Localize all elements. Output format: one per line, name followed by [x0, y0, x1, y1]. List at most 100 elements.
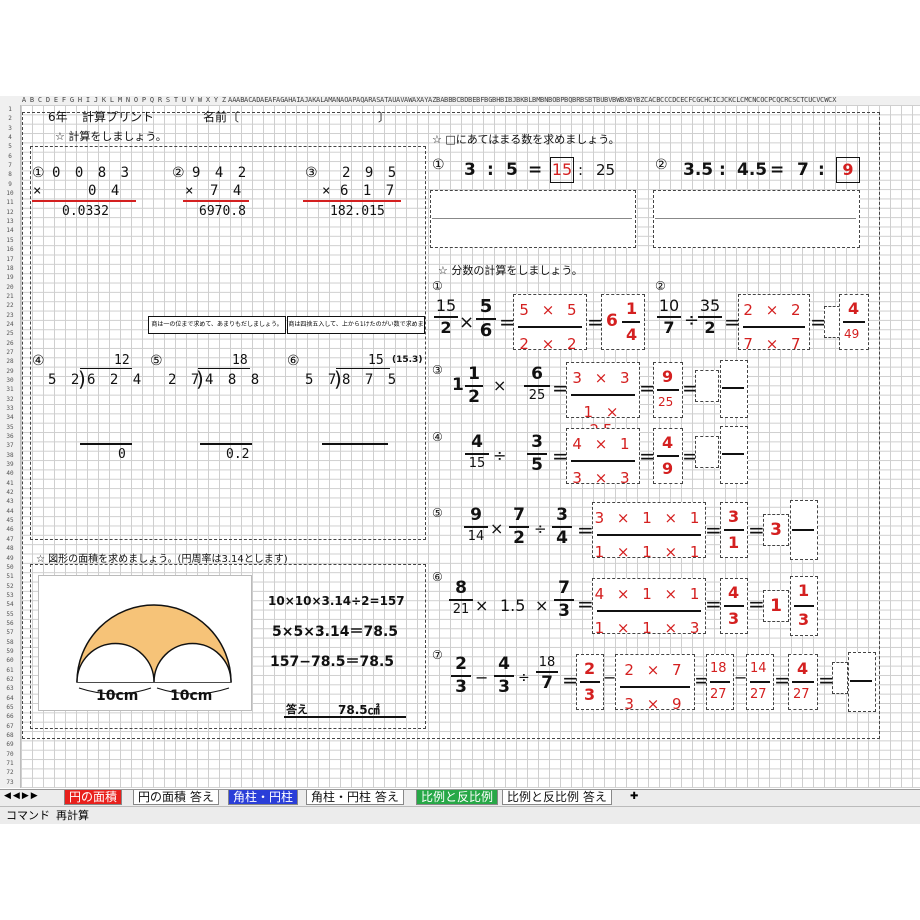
- column-letter[interactable]: BT: [588, 96, 596, 105]
- result-box[interactable]: 6 1 4: [601, 294, 645, 350]
- row-number[interactable]: 34: [0, 413, 20, 422]
- column-letter[interactable]: CS: [788, 96, 796, 105]
- column-letter[interactable]: W: [196, 96, 204, 105]
- row-number[interactable]: 41: [0, 479, 20, 488]
- work-box[interactable]: 5 × 52 × 2: [513, 294, 587, 353]
- row-number[interactable]: 10: [0, 189, 20, 198]
- column-letter[interactable]: AZ: [428, 96, 436, 105]
- column-letter[interactable]: CH: [700, 96, 708, 105]
- column-letter[interactable]: BR: [572, 96, 580, 105]
- row-number[interactable]: 61: [0, 666, 20, 675]
- row-number[interactable]: 4: [0, 133, 20, 142]
- column-letter[interactable]: CX: [828, 96, 836, 105]
- row-number[interactable]: 38: [0, 451, 20, 460]
- row-number[interactable]: 7: [0, 161, 20, 170]
- result-box[interactable]: 14 27: [746, 654, 774, 710]
- row-number[interactable]: 12: [0, 208, 20, 217]
- row-number[interactable]: 59: [0, 647, 20, 656]
- column-letter[interactable]: AS: [372, 96, 380, 105]
- row-number[interactable]: 45: [0, 516, 20, 525]
- column-letter[interactable]: J: [92, 96, 100, 105]
- row-number[interactable]: 5: [0, 142, 20, 151]
- row-number[interactable]: 15: [0, 236, 20, 245]
- row-number[interactable]: 39: [0, 460, 20, 469]
- column-letter[interactable]: AE: [260, 96, 268, 105]
- column-letter[interactable]: CC: [660, 96, 668, 105]
- column-letter[interactable]: AK: [308, 96, 316, 105]
- column-letter[interactable]: S: [164, 96, 172, 105]
- column-letter[interactable]: CR: [780, 96, 788, 105]
- column-letter[interactable]: BY: [628, 96, 636, 105]
- ratio-answer-box[interactable]: 9: [836, 157, 860, 183]
- column-letter[interactable]: CW: [820, 96, 828, 105]
- work-box[interactable]: 4 × 13 × 3: [566, 428, 640, 487]
- work-box[interactable]: 3 × 31 × 25: [566, 362, 640, 439]
- column-letter[interactable]: BW: [612, 96, 620, 105]
- column-letter[interactable]: F: [60, 96, 68, 105]
- column-letter[interactable]: X: [204, 96, 212, 105]
- row-number[interactable]: 50: [0, 563, 20, 572]
- row-number[interactable]: 57: [0, 628, 20, 637]
- tab-proportion[interactable]: 比例と反比例: [416, 790, 499, 805]
- column-letter[interactable]: AO: [340, 96, 348, 105]
- column-letter[interactable]: AU: [388, 96, 396, 105]
- column-letter[interactable]: CK: [724, 96, 732, 105]
- row-number[interactable]: 42: [0, 488, 20, 497]
- row-number[interactable]: 54: [0, 600, 20, 609]
- row-number[interactable]: 55: [0, 610, 20, 619]
- result-box[interactable]: 18 27: [706, 654, 734, 710]
- row-number[interactable]: 25: [0, 329, 20, 338]
- row-number[interactable]: 72: [0, 768, 20, 777]
- work-box[interactable]: 2 × 73 × 9: [615, 654, 695, 713]
- column-letter[interactable]: AF: [268, 96, 276, 105]
- column-letter[interactable]: CL: [732, 96, 740, 105]
- row-number[interactable]: 56: [0, 619, 20, 628]
- row-number[interactable]: 70: [0, 750, 20, 759]
- column-letter[interactable]: BH: [492, 96, 500, 105]
- result-box[interactable]: 2 3: [576, 654, 604, 710]
- row-number[interactable]: 9: [0, 180, 20, 189]
- row-number[interactable]: 62: [0, 675, 20, 684]
- column-letter[interactable]: CN: [748, 96, 756, 105]
- blank-box[interactable]: [695, 436, 719, 468]
- row-number[interactable]: 35: [0, 423, 20, 432]
- blank-box[interactable]: [695, 370, 719, 402]
- row-number[interactable]: 65: [0, 703, 20, 712]
- result-box[interactable]: 4 3: [720, 578, 748, 634]
- row-number[interactable]: 8: [0, 170, 20, 179]
- column-letter[interactable]: C: [36, 96, 44, 105]
- column-letter[interactable]: BQ: [564, 96, 572, 105]
- row-number[interactable]: 67: [0, 722, 20, 731]
- column-letter[interactable]: AH: [284, 96, 292, 105]
- column-letter[interactable]: CG: [692, 96, 700, 105]
- column-letter[interactable]: CA: [644, 96, 652, 105]
- row-number[interactable]: 48: [0, 544, 20, 553]
- column-letter[interactable]: BK: [516, 96, 524, 105]
- column-letter[interactable]: BS: [580, 96, 588, 105]
- column-letter[interactable]: G: [68, 96, 76, 105]
- row-number[interactable]: 64: [0, 694, 20, 703]
- column-letter[interactable]: CP: [764, 96, 772, 105]
- tab-scroll-arrows[interactable]: ◀◀▶▶: [4, 791, 40, 801]
- column-letter[interactable]: CM: [740, 96, 748, 105]
- column-letter[interactable]: BE: [468, 96, 476, 105]
- column-letter[interactable]: BA: [436, 96, 444, 105]
- blank-fraction-box[interactable]: [720, 360, 748, 418]
- row-number[interactable]: 17: [0, 255, 20, 264]
- column-letter[interactable]: AP: [348, 96, 356, 105]
- column-letter[interactable]: CD: [668, 96, 676, 105]
- work-box[interactable]: 2 × 27 × 7: [738, 294, 810, 353]
- column-letter[interactable]: BN: [540, 96, 548, 105]
- column-letter[interactable]: BD: [460, 96, 468, 105]
- result-box[interactable]: 9 25: [653, 362, 683, 418]
- row-number[interactable]: 28: [0, 357, 20, 366]
- row-number[interactable]: 52: [0, 582, 20, 591]
- row-number[interactable]: 14: [0, 226, 20, 235]
- blank-box[interactable]: [832, 662, 848, 694]
- column-letter[interactable]: AM: [324, 96, 332, 105]
- row-number[interactable]: 24: [0, 320, 20, 329]
- column-letter[interactable]: AV: [396, 96, 404, 105]
- result-box[interactable]: 4 27: [788, 654, 818, 710]
- column-letter[interactable]: BI: [500, 96, 508, 105]
- column-letter[interactable]: R: [156, 96, 164, 105]
